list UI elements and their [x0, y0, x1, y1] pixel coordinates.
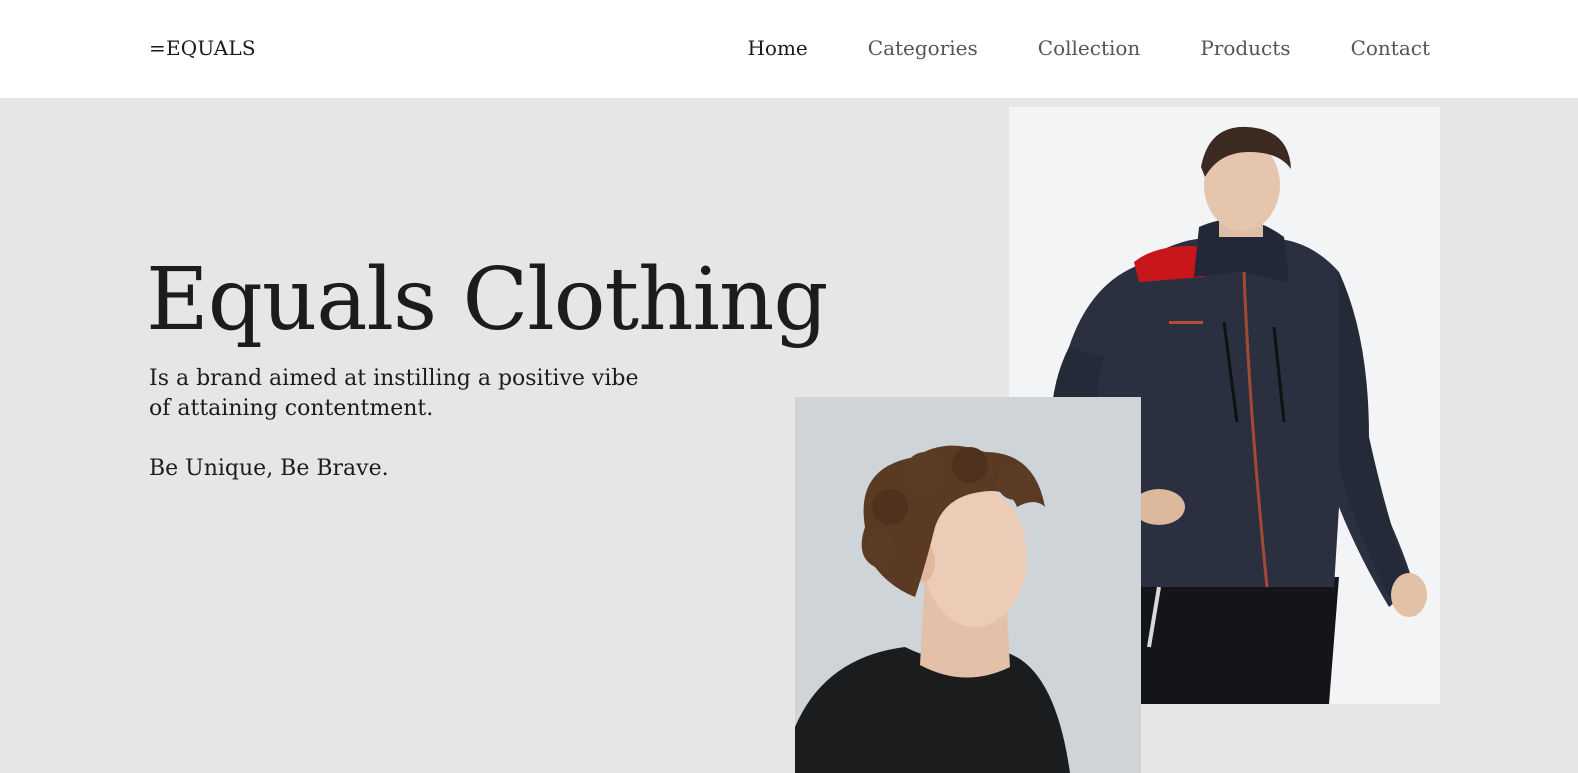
- logo[interactable]: =EQUALS: [149, 36, 256, 60]
- hero-description: Is a brand aimed at instilling a positiv…: [149, 366, 639, 421]
- main-nav: Home Categories Collection Products Cont…: [747, 36, 1430, 60]
- page: =EQUALS Home Categories Collection Produ…: [0, 0, 1578, 773]
- site-header: =EQUALS Home Categories Collection Produ…: [0, 0, 1578, 98]
- nav-home[interactable]: Home: [747, 36, 807, 60]
- nav-products[interactable]: Products: [1200, 36, 1290, 60]
- model-portrait-image: [795, 397, 1141, 773]
- nav-categories[interactable]: Categories: [868, 36, 978, 60]
- hero-title: Equals Clothing: [146, 250, 828, 350]
- hero-slogan: Be Unique, Be Brave.: [149, 456, 389, 481]
- model-portrait-photo: [795, 397, 1141, 773]
- nav-collection[interactable]: Collection: [1038, 36, 1141, 60]
- nav-contact[interactable]: Contact: [1351, 36, 1430, 60]
